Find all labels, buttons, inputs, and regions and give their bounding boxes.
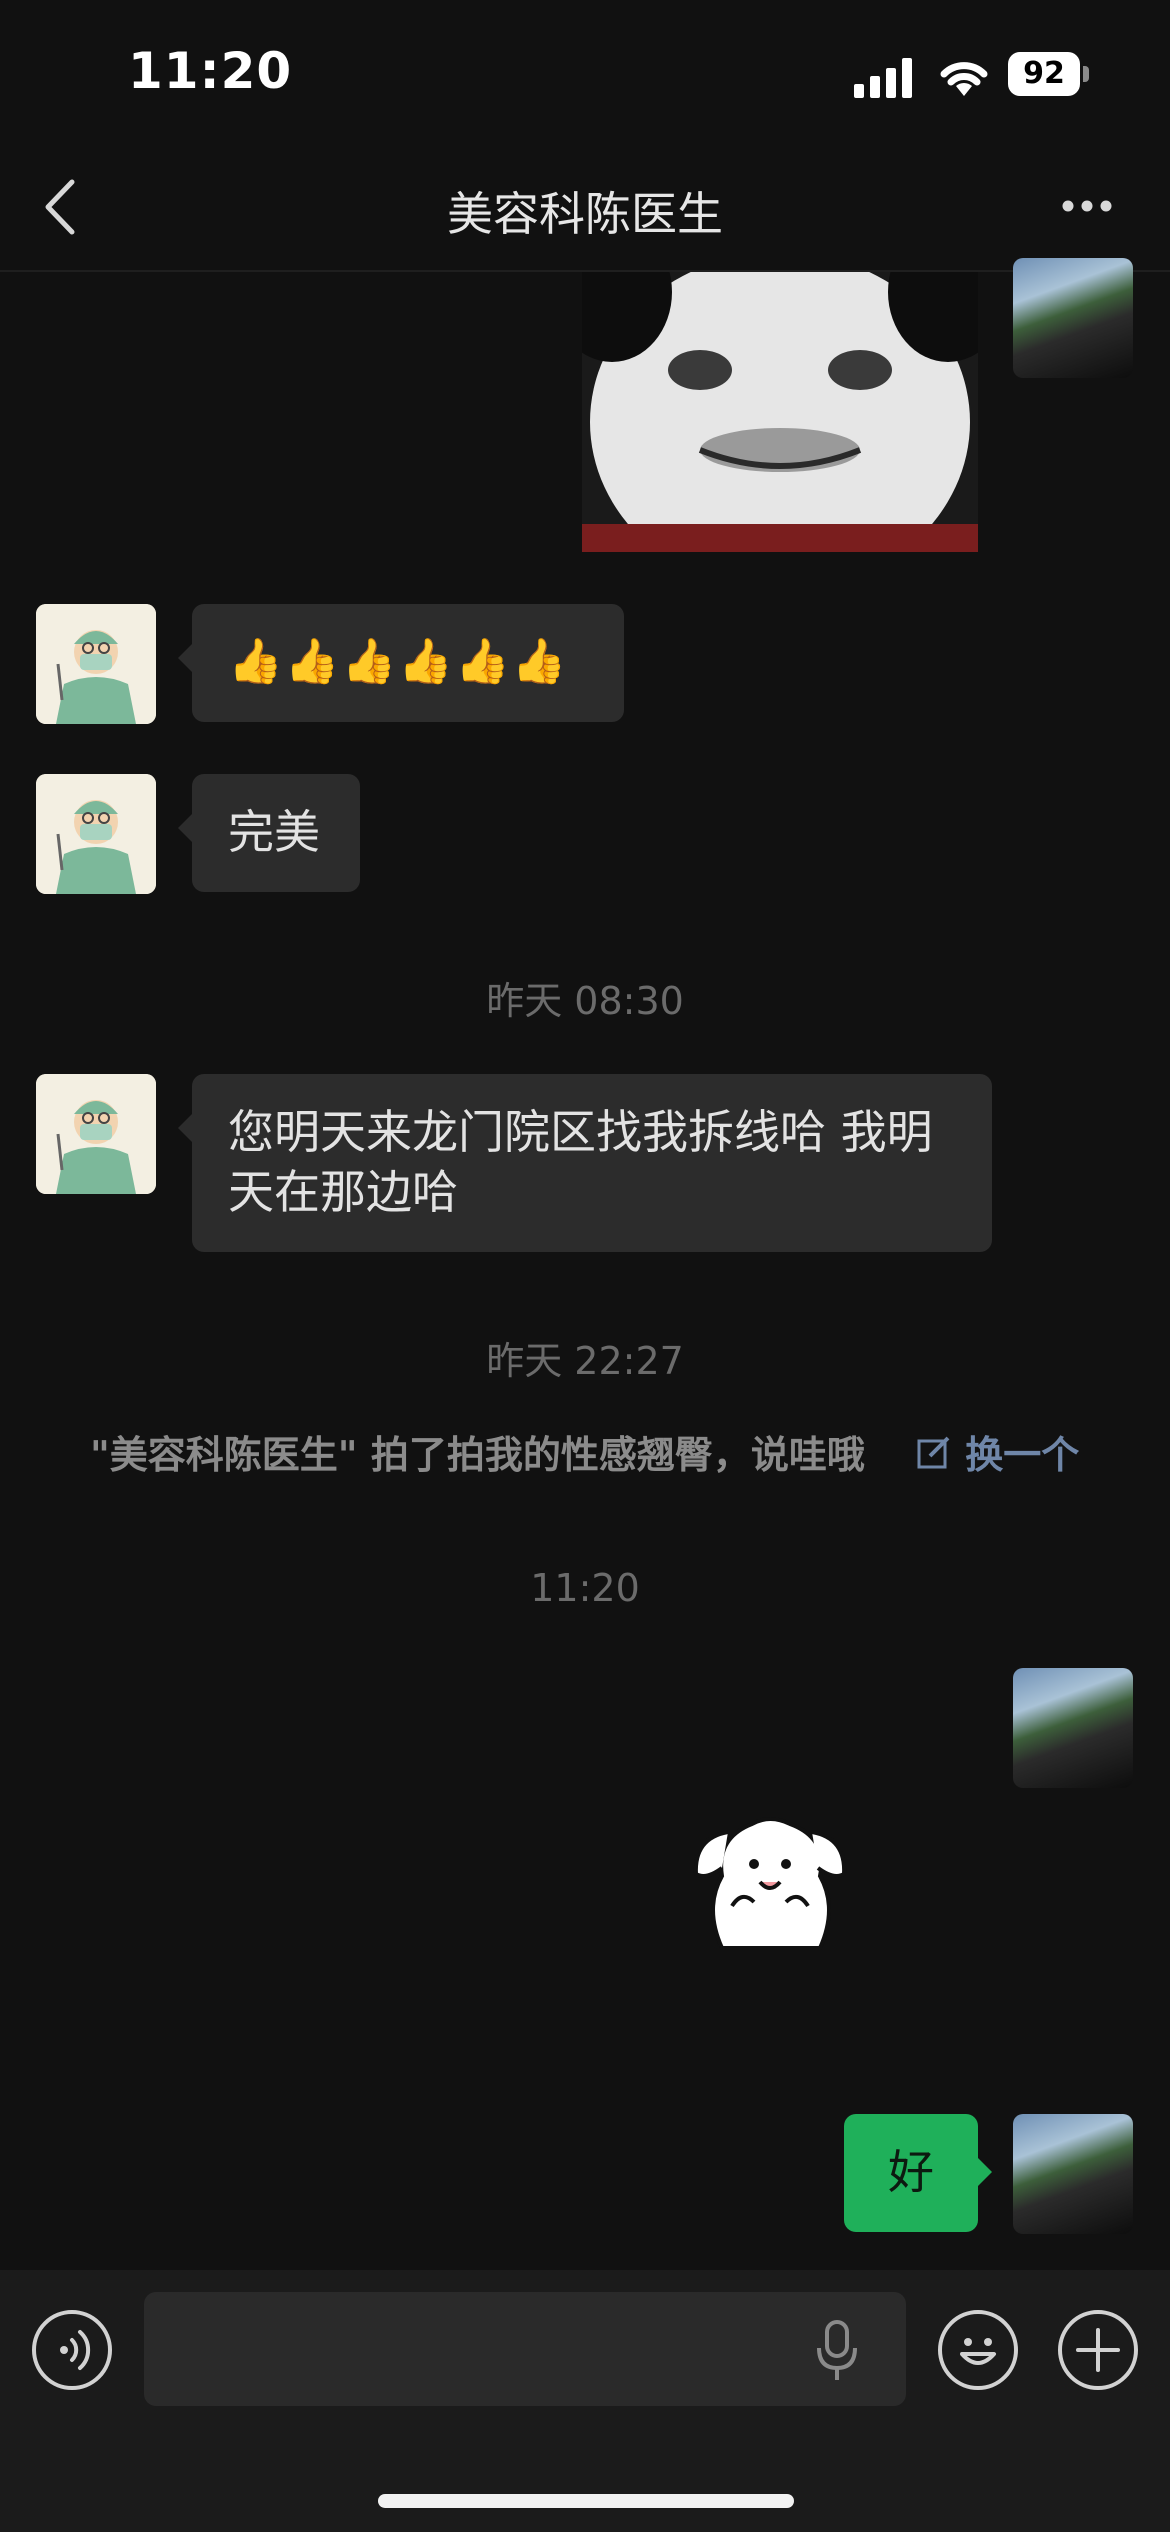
doctor-illustration-icon [36,1074,156,1194]
timestamp: 昨天 08:30 [486,979,684,1023]
smiley-face-icon [960,2338,996,2365]
message-bubble[interactable]: 👍👍👍👍👍👍 [178,604,624,722]
message-bubble[interactable]: 您明天来龙门院区找我拆线哈 我明天在那边哈 [178,1074,992,1252]
message-input[interactable] [144,2292,906,2406]
signal-icon [854,58,912,98]
message-text: 👍👍👍👍👍👍 [228,636,569,687]
message-text: 好 [888,2145,934,2199]
doctor-avatar[interactable] [36,604,156,724]
emoji-icon[interactable] [938,2310,1018,2390]
change-link-label: 换一个 [965,1433,1080,1477]
message-bubble[interactable]: 完美 [178,774,360,892]
battery-icon: 92 [1008,52,1090,96]
doctor-avatar[interactable] [36,1074,156,1194]
home-indicator[interactable] [378,2494,794,2508]
edit-icon [917,1436,950,1469]
timestamp: 11:20 [530,1566,640,1610]
microphone-icon[interactable] [814,2318,860,2382]
change-pat-link[interactable]: 换一个 [916,1424,1079,1479]
status-time: 11:20 [128,42,293,100]
plus-icon[interactable] [1058,2310,1138,2390]
doctor-illustration-icon [36,774,156,894]
wifi-icon [940,62,988,96]
message-bubble[interactable]: 好 [844,2114,992,2232]
panda-face-meme-sticker[interactable] [582,272,978,552]
battery-level: 92 [1008,52,1080,96]
message-text: 您明天来龙门院区找我拆线哈 我明天在那边哈 [228,1105,933,1219]
self-avatar[interactable] [1013,1668,1133,1788]
chat-title: 美容科陈医生 [447,187,723,241]
plus-sign-icon [1076,2328,1120,2372]
doctor-illustration-icon [36,604,156,724]
pat-notification: "美容科陈医生" 拍了拍我的性感翘臀，说哇哦 [90,1433,865,1477]
doctor-avatar[interactable] [36,774,156,894]
white-puppy-sticker[interactable] [682,1798,858,1960]
self-avatar[interactable] [1013,258,1133,378]
message-text: 完美 [228,805,320,859]
self-avatar[interactable] [1013,2114,1133,2234]
voice-icon[interactable] [32,2310,112,2390]
timestamp: 昨天 22:27 [486,1339,684,1383]
more-dots-icon[interactable] [1060,196,1114,216]
voice-waves-icon [60,2330,91,2370]
